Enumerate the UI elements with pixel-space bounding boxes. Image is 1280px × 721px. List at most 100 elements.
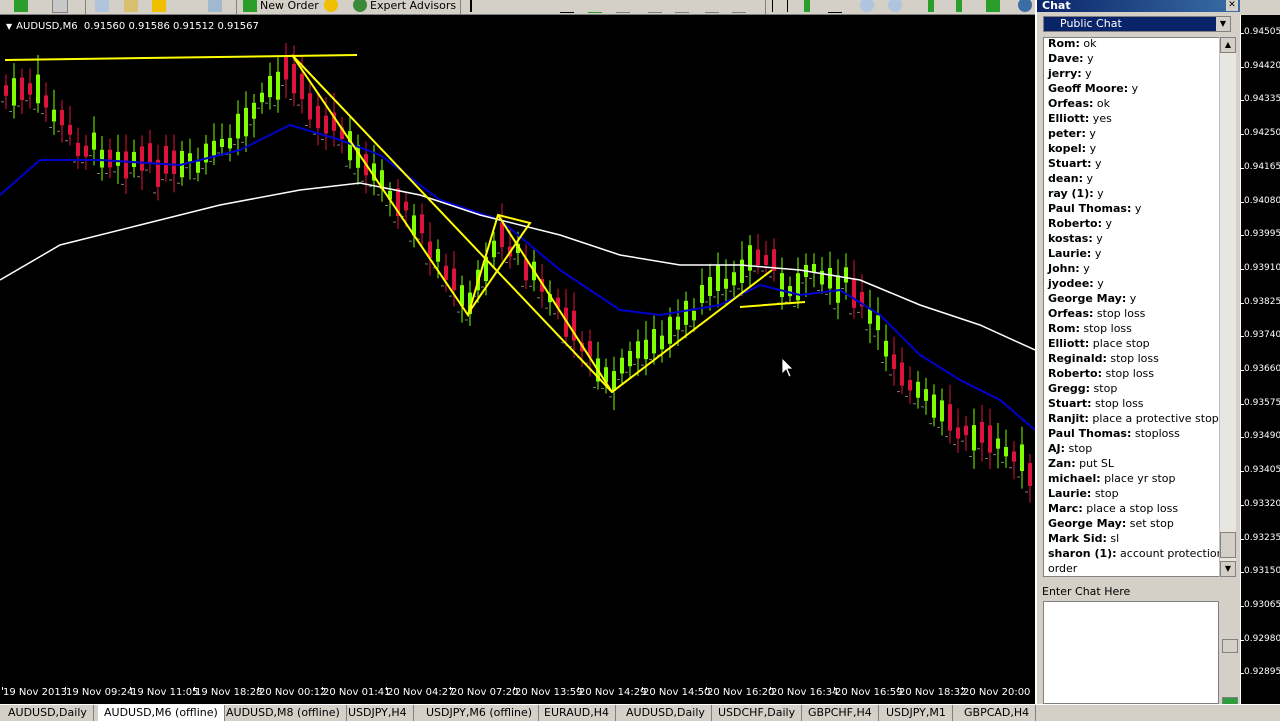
chart-tab[interactable]: USDCHF,Daily (712, 705, 803, 721)
zoom-out-icon (888, 0, 902, 12)
favorites-button[interactable] (152, 0, 169, 13)
candle-body (868, 308, 872, 324)
chat-message: John: y (1048, 261, 1090, 276)
chat-text: y (1093, 277, 1104, 290)
bar-chart-icon (772, 0, 788, 12)
fibo-tool-button[interactable] (648, 0, 665, 13)
magnifier-icon (208, 0, 222, 12)
chart-tab[interactable]: USDJPY,H4 (342, 705, 414, 721)
trendline-tool-button[interactable] (588, 0, 605, 13)
channel-icon (616, 0, 630, 13)
candle-body (276, 71, 280, 100)
market-watch-icon (95, 0, 109, 12)
text-tool-button[interactable] (675, 0, 692, 13)
candle-body (748, 245, 752, 271)
plus-icon (243, 0, 257, 12)
chat-scrollbar[interactable]: ▲ ▼ (1219, 37, 1236, 577)
indicators-button[interactable] (986, 0, 1003, 13)
chat-message: Elliott: place stop (1048, 336, 1150, 351)
chat-sender: Laurie: (1048, 487, 1092, 500)
market-watch-button[interactable] (95, 0, 112, 13)
cursor-tool-button[interactable] (470, 0, 489, 13)
new-order-label: New Order (260, 0, 319, 12)
chat-sender: Elliott: (1048, 337, 1090, 350)
chat-message: Reginald: stop loss (1048, 351, 1159, 366)
chat-sender: Rom: (1048, 322, 1080, 335)
candle-body (964, 425, 968, 436)
chart-tab[interactable]: AUDUSD,Daily (620, 705, 712, 721)
chat-message: Stuart: stop loss (1048, 396, 1144, 411)
new-order-button[interactable]: New Order (243, 0, 319, 13)
chat-text: place stop (1089, 337, 1150, 350)
chat-message-list[interactable]: Rom: ok Dave: y jerry: y Geoff Moore: y Orfe… (1043, 37, 1225, 577)
price-label: 0.93995 (1244, 229, 1280, 240)
candle-body (196, 161, 200, 173)
chat-message: michael: place yr stop (1048, 471, 1176, 486)
chat-sender: Geoff Moore: (1048, 82, 1129, 95)
chevron-down-icon[interactable]: ▼ (1216, 17, 1230, 31)
chart-tab[interactable]: AUDUSD,Daily (2, 705, 94, 721)
chat-text: stop loss (1093, 307, 1146, 320)
chat-sender: kopel: (1048, 142, 1087, 155)
candle-body (308, 93, 312, 120)
bar-chart-button[interactable] (772, 0, 791, 13)
profiles-button[interactable] (52, 0, 71, 13)
price-scale[interactable]: 0.94505 0.94420 0.94335 0.94250 0.94165 0.940… (1240, 15, 1280, 704)
chat-input[interactable] (1043, 601, 1219, 704)
zoom-button[interactable] (208, 0, 225, 13)
experts-toggle-button[interactable] (324, 0, 341, 13)
scroll-up-icon[interactable]: ▲ (1220, 37, 1236, 53)
candle-body (60, 110, 64, 126)
candle-body (52, 109, 56, 122)
periods-button[interactable] (1018, 0, 1035, 13)
chart-tab[interactable]: USDJPY,M1 (880, 705, 953, 721)
price-label: 0.92980 (1244, 633, 1280, 644)
hline-tool-button[interactable] (560, 0, 577, 13)
scroll-down-icon[interactable]: ▼ (1220, 561, 1236, 577)
autoscroll-button[interactable] (952, 0, 966, 13)
scroll-thumb[interactable] (1220, 532, 1236, 558)
line-chart-button[interactable] (828, 0, 845, 13)
chat-text: y (1081, 67, 1092, 80)
zoom-in-button[interactable] (860, 0, 877, 13)
chat-text: stop (1090, 382, 1118, 395)
chart-tab[interactable]: AUDUSD,M8 (offline) (220, 705, 347, 721)
navigator-button[interactable] (124, 0, 141, 13)
chat-text: place a stop loss (1082, 502, 1179, 515)
candle-body (172, 150, 176, 174)
new-chart-button[interactable] (14, 0, 31, 13)
zoom-out-button[interactable] (888, 0, 905, 13)
label-tool-button[interactable] (705, 0, 722, 13)
crosshair-tool-button[interactable] (498, 0, 515, 13)
crosshair-icon (498, 0, 512, 13)
chat-sender: George May: (1048, 292, 1127, 305)
chart-tab[interactable]: USDJPY,M6 (offline) (420, 705, 540, 721)
tile-windows-button[interactable] (924, 0, 938, 13)
expert-advisors-button[interactable]: Expert Advisors (353, 0, 456, 13)
time-label: 19 Nov 09:24 (66, 687, 134, 698)
price-chart[interactable]: ▼ AUDUSD,M6 0.91560 0.91586 0.91512 0.915… (0, 15, 1035, 687)
collapse-arrow-icon[interactable]: ▼ (6, 22, 12, 31)
channel-tool-button[interactable] (616, 0, 633, 13)
chat-message: jerry: y (1048, 66, 1092, 81)
chart-canvas[interactable] (0, 15, 1035, 687)
chat-text: y (1131, 202, 1142, 215)
chat-input-label: Enter Chat Here (1042, 585, 1131, 598)
chat-message: Ranjit: place a protective stop (1048, 411, 1219, 426)
price-label: 0.94165 (1244, 161, 1280, 172)
chart-tab[interactable]: EURAUD,H4 (538, 705, 617, 721)
candle-chart-button[interactable] (800, 0, 814, 13)
chart-tab[interactable]: GBPCAD,H4 (958, 705, 1037, 721)
chart-tab[interactable]: GBPCHF,H4 (802, 705, 879, 721)
arrows-tool-button[interactable] (732, 0, 749, 13)
candle-body (316, 105, 320, 129)
chart-tab[interactable]: AUDUSD,M6 (offline) (98, 705, 225, 721)
chat-room-select[interactable]: Public Chat ▼ (1043, 16, 1231, 32)
close-icon[interactable]: ✕ (1226, 0, 1238, 11)
emoticon-button[interactable] (1222, 639, 1238, 653)
horizontal-line-icon (560, 0, 574, 13)
candle-body (284, 56, 288, 80)
chat-sender: kostas: (1048, 232, 1093, 245)
chat-room-value: Public Chat (1060, 17, 1122, 30)
chat-text: stop loss (1091, 397, 1144, 410)
